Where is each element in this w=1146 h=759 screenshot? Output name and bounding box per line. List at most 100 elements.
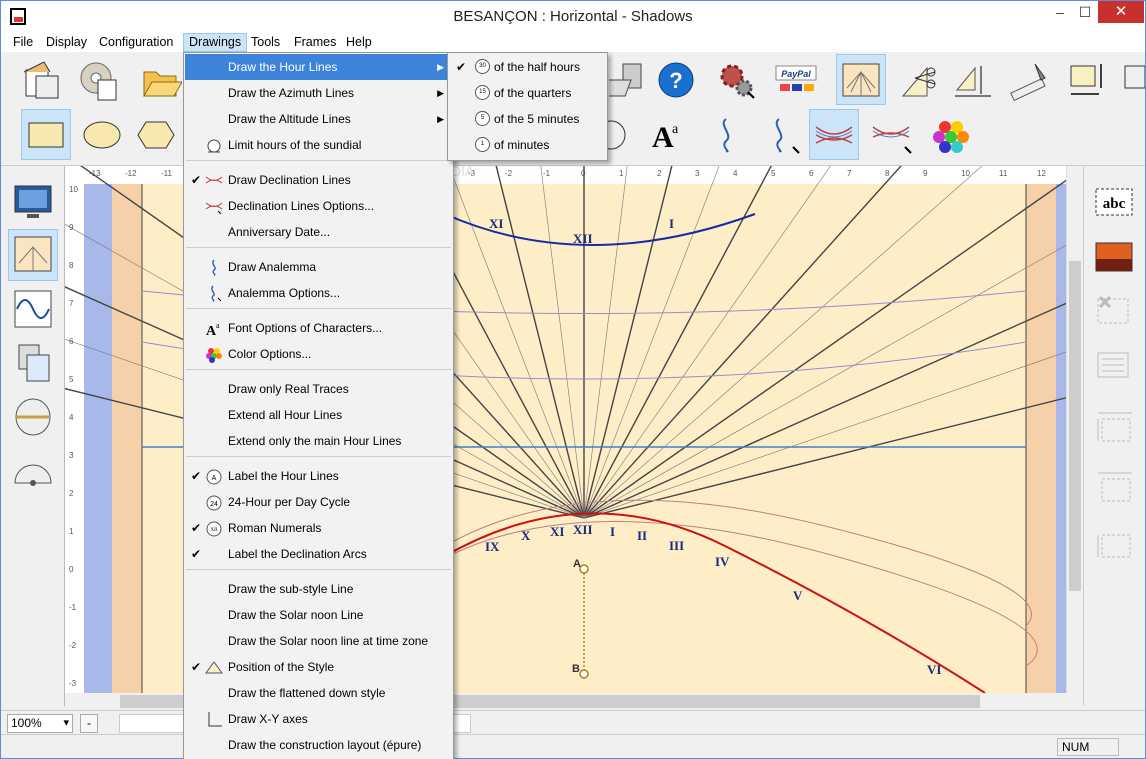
menu-item-declination-lines-options[interactable]: Declination Lines Options...	[185, 193, 452, 219]
paypal-donate-icon[interactable]: PayPal	[771, 54, 821, 105]
dome-view-icon[interactable]	[8, 391, 58, 443]
vertical-scrollbar[interactable]	[1066, 166, 1083, 693]
font-options-icon[interactable]: Aa	[641, 109, 691, 160]
menu-item-draw-the-hour-lines[interactable]: Draw the Hour Lines ▶	[185, 54, 452, 80]
menu-item-draw-declination-lines[interactable]: ✔ Draw Declination Lines	[185, 167, 452, 193]
hexagon-shape-icon[interactable]	[131, 109, 181, 160]
ruler-tick-label: 8	[885, 169, 890, 178]
resize-height-icon[interactable]	[1089, 462, 1139, 512]
menu-item-anniversary-date[interactable]: Anniversary Date...	[185, 219, 452, 245]
text-label-icon[interactable]: abc	[1089, 178, 1139, 228]
new-file-icon[interactable]	[17, 54, 67, 105]
minimize-button[interactable]: –	[1046, 1, 1074, 23]
submenu-item-of-minutes[interactable]: 1 of minutes	[449, 132, 607, 158]
frame-icon[interactable]	[1119, 54, 1145, 105]
clock-badge-icon: 1	[475, 137, 490, 152]
style-position-icon	[205, 659, 223, 676]
sundial-open-icon[interactable]	[73, 54, 123, 105]
close-button[interactable]: ✕	[1098, 1, 1144, 23]
submenu-item-of-the-half-hours[interactable]: ✔ 30 of the half hours	[449, 54, 607, 80]
color-options-icon[interactable]	[926, 109, 976, 160]
menu-help[interactable]: Help	[341, 33, 377, 52]
settings-gears-icon[interactable]	[711, 54, 761, 105]
zoom-select[interactable]: 100%	[7, 714, 73, 733]
menu-item-draw-only-real-traces[interactable]: Draw only Real Traces	[185, 376, 452, 402]
submenu-item-of-the-quarters[interactable]: 15 of the quarters	[449, 80, 607, 106]
hour-label: I	[669, 216, 674, 231]
hour-label: VI	[927, 662, 941, 677]
menu-item-draw-the-azimuth-lines[interactable]: Draw the Azimuth Lines ▶	[185, 80, 452, 106]
resize-frame-icon[interactable]	[1064, 54, 1114, 105]
menu-item-draw-the-solar-noon-line-at-time-zone[interactable]: Draw the Solar noon line at time zone	[185, 628, 452, 654]
menu-item-draw-x-y-axes[interactable]: Draw X-Y axes	[185, 706, 452, 732]
menu-item-analemma-options[interactable]: Analemma Options...	[185, 280, 452, 306]
ruler-tick-label: 7	[69, 299, 74, 308]
declination-options-icon[interactable]	[866, 109, 916, 160]
ruler-tick-label: 1	[69, 527, 74, 536]
menu-item-draw-the-altitude-lines[interactable]: Draw the Altitude Lines ▶	[185, 106, 452, 132]
svg-text:abc: abc	[1103, 196, 1126, 212]
calculator-icon[interactable]	[606, 54, 656, 105]
menu-item-draw-analemma[interactable]: Draw Analemma	[185, 254, 452, 280]
help-icon[interactable]: ?	[651, 54, 701, 105]
menu-item-label: Roman Numerals	[228, 521, 322, 535]
menu-item-draw-the-construction-layout-pure[interactable]: Draw the construction layout (épure)	[185, 732, 452, 758]
menu-frames[interactable]: Frames	[289, 33, 341, 52]
resize-frame-icon[interactable]	[1089, 522, 1139, 572]
graph-view-icon[interactable]	[8, 283, 58, 335]
delete-frame-icon[interactable]	[1089, 286, 1139, 336]
menu-item-label: Draw the Solar noon Line	[228, 608, 364, 622]
ruler-tick-label: 7	[847, 169, 852, 178]
table-view-icon[interactable]	[8, 337, 58, 389]
triangle-size-icon[interactable]	[948, 54, 998, 105]
menu-item-label: Draw the sub-style Line	[228, 582, 354, 596]
menu-item-24-hour-per-day-cycle[interactable]: 24 24-Hour per Day Cycle	[185, 489, 452, 515]
menu-item-roman-numerals[interactable]: ✔ XII Roman Numerals	[185, 515, 452, 541]
ruler-pen-icon[interactable]	[1004, 54, 1054, 105]
declination-lines-icon[interactable]	[809, 109, 859, 160]
declination-options-icon	[205, 198, 223, 215]
ruler-tick-label: -13	[89, 169, 101, 178]
menu-item-label-the-hour-lines[interactable]: ✔ A Label the Hour Lines	[185, 463, 452, 489]
menu-item-label: Analemma Options...	[228, 286, 341, 300]
menu-item-draw-the-sub-style-line[interactable]: Draw the sub-style Line	[185, 576, 452, 602]
menu-item-label: Draw X-Y axes	[228, 712, 308, 726]
ellipse-shape-icon[interactable]	[77, 109, 127, 160]
vertical-scroll-thumb[interactable]	[1069, 261, 1081, 591]
menu-file[interactable]: File	[8, 33, 38, 52]
maximize-button[interactable]: ☐	[1071, 1, 1099, 23]
menu-item-draw-the-solar-noon-line[interactable]: Draw the Solar noon Line	[185, 602, 452, 628]
hour-label: III	[669, 538, 684, 553]
menu-item-extend-all-hour-lines[interactable]: Extend all Hour Lines	[185, 402, 452, 428]
menu-configuration[interactable]: Configuration	[94, 33, 178, 52]
clock-badge-icon: 5	[475, 111, 490, 126]
sundial-drawing-icon[interactable]	[836, 54, 886, 105]
submenu-item-label: of the quarters	[494, 86, 572, 100]
resize-width-icon[interactable]	[1089, 402, 1139, 452]
scissors-icon[interactable]	[894, 54, 944, 105]
menu-item-extend-only-the-main-hour-lines[interactable]: Extend only the main Hour Lines	[185, 428, 452, 454]
menu-drawings[interactable]: Drawings	[183, 33, 248, 52]
svg-text:XII: XII	[211, 528, 218, 533]
menu-item-label-the-declination-arcs[interactable]: ✔ Label the Declination Arcs	[185, 541, 452, 567]
menu-item-limit-hours-of-the-sundial[interactable]: Limit hours of the sundial	[185, 132, 452, 158]
image-icon[interactable]	[1089, 232, 1139, 282]
screen-view-icon[interactable]	[8, 176, 58, 228]
menu-item-color-options[interactable]: Color Options...	[185, 341, 452, 367]
analemma-options-icon[interactable]	[756, 109, 806, 160]
submenu-item-of-the-5-minutes[interactable]: 5 of the 5 minutes	[449, 106, 607, 132]
menu-tools[interactable]: Tools	[246, 33, 285, 52]
open-folder-icon[interactable]	[135, 54, 185, 105]
menu-display[interactable]: Display	[41, 33, 92, 52]
menu-item-draw-the-flattened-down-style[interactable]: Draw the flattened down style	[185, 680, 452, 706]
frame-properties-icon[interactable]	[1089, 340, 1139, 390]
checkmark-icon: ✔	[191, 521, 202, 535]
sundial-view-icon[interactable]	[8, 229, 58, 281]
menu-item-position-of-the-style[interactable]: ✔ Position of the Style	[185, 654, 452, 680]
rectangle-shape-icon[interactable]	[21, 109, 71, 160]
menu-item-label: Limit hours of the sundial	[228, 138, 362, 152]
zoom-out-button[interactable]: -	[80, 714, 98, 733]
protractor-view-icon[interactable]	[8, 445, 58, 497]
analemma-icon[interactable]	[701, 109, 751, 160]
menu-item-font-options-of-characters[interactable]: Aa Font Options of Characters...	[185, 315, 452, 341]
